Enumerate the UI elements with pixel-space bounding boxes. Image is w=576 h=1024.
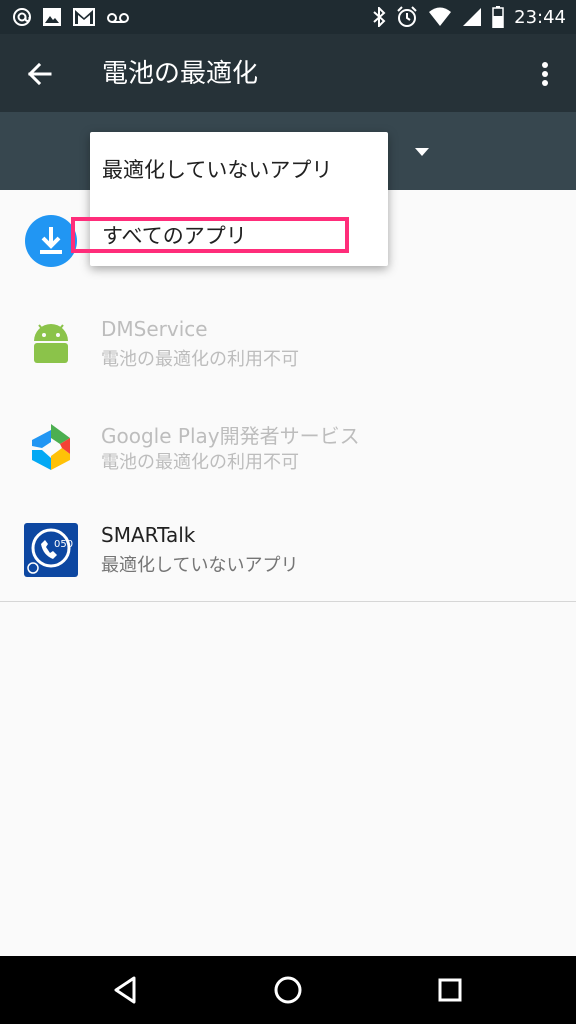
- list-item[interactable]: 050 SMARTalk 最適化していないアプリ: [0, 499, 576, 602]
- nav-recents-button[interactable]: [434, 974, 466, 1006]
- recents-square-icon: [438, 978, 462, 1002]
- more-options-button[interactable]: [528, 54, 562, 94]
- app-name: Google Play開発者サービス: [101, 424, 360, 448]
- dropdown-option-not-optimized[interactable]: 最適化していないアプリ: [102, 154, 332, 184]
- nav-home-button[interactable]: [272, 974, 304, 1006]
- nav-back-button[interactable]: [110, 974, 142, 1006]
- list-item[interactable]: DMService 電池の最適化の利用不可: [0, 293, 576, 396]
- wifi-icon: [429, 7, 452, 26]
- list-item[interactable]: Google Play開発者サービス 電池の最適化の利用不可: [0, 396, 576, 499]
- back-button[interactable]: [20, 54, 60, 94]
- voicemail-icon: [107, 13, 129, 23]
- app-name: DMService: [101, 317, 208, 341]
- back-triangle-icon: [114, 976, 136, 1004]
- list-divider: [0, 601, 576, 602]
- bluetooth-icon: [373, 7, 386, 27]
- status-time: 23:44: [514, 6, 566, 28]
- battery-icon: [492, 6, 504, 28]
- arrow-left-icon: [27, 62, 52, 86]
- at-icon: [13, 8, 31, 26]
- navigation-bar: [0, 956, 576, 1024]
- signal-icon: [463, 8, 482, 26]
- page-title: 電池の最適化: [102, 59, 259, 89]
- dropdown-arrow-icon[interactable]: [414, 147, 430, 157]
- alarm-icon: [397, 6, 417, 27]
- app-status: 電池の最適化の利用不可: [101, 349, 299, 370]
- home-circle-icon: [274, 976, 302, 1004]
- highlight-box: [71, 217, 349, 253]
- app-bar: 電池の最適化: [0, 34, 576, 112]
- image-icon: [43, 8, 61, 26]
- app-status: 電池の最適化の利用不可: [101, 452, 299, 473]
- svg-text:050: 050: [54, 539, 73, 550]
- smartalk-icon: 050: [24, 523, 78, 577]
- status-bar: 23:44: [0, 0, 576, 34]
- android-icon: [34, 324, 68, 363]
- app-status: 最適化していないアプリ: [101, 555, 299, 576]
- more-vert-icon: [542, 62, 548, 86]
- gmail-icon: [73, 8, 95, 26]
- download-icon: [25, 215, 77, 267]
- google-play-services-icon: [32, 424, 70, 470]
- app-name: SMARTalk: [101, 523, 196, 547]
